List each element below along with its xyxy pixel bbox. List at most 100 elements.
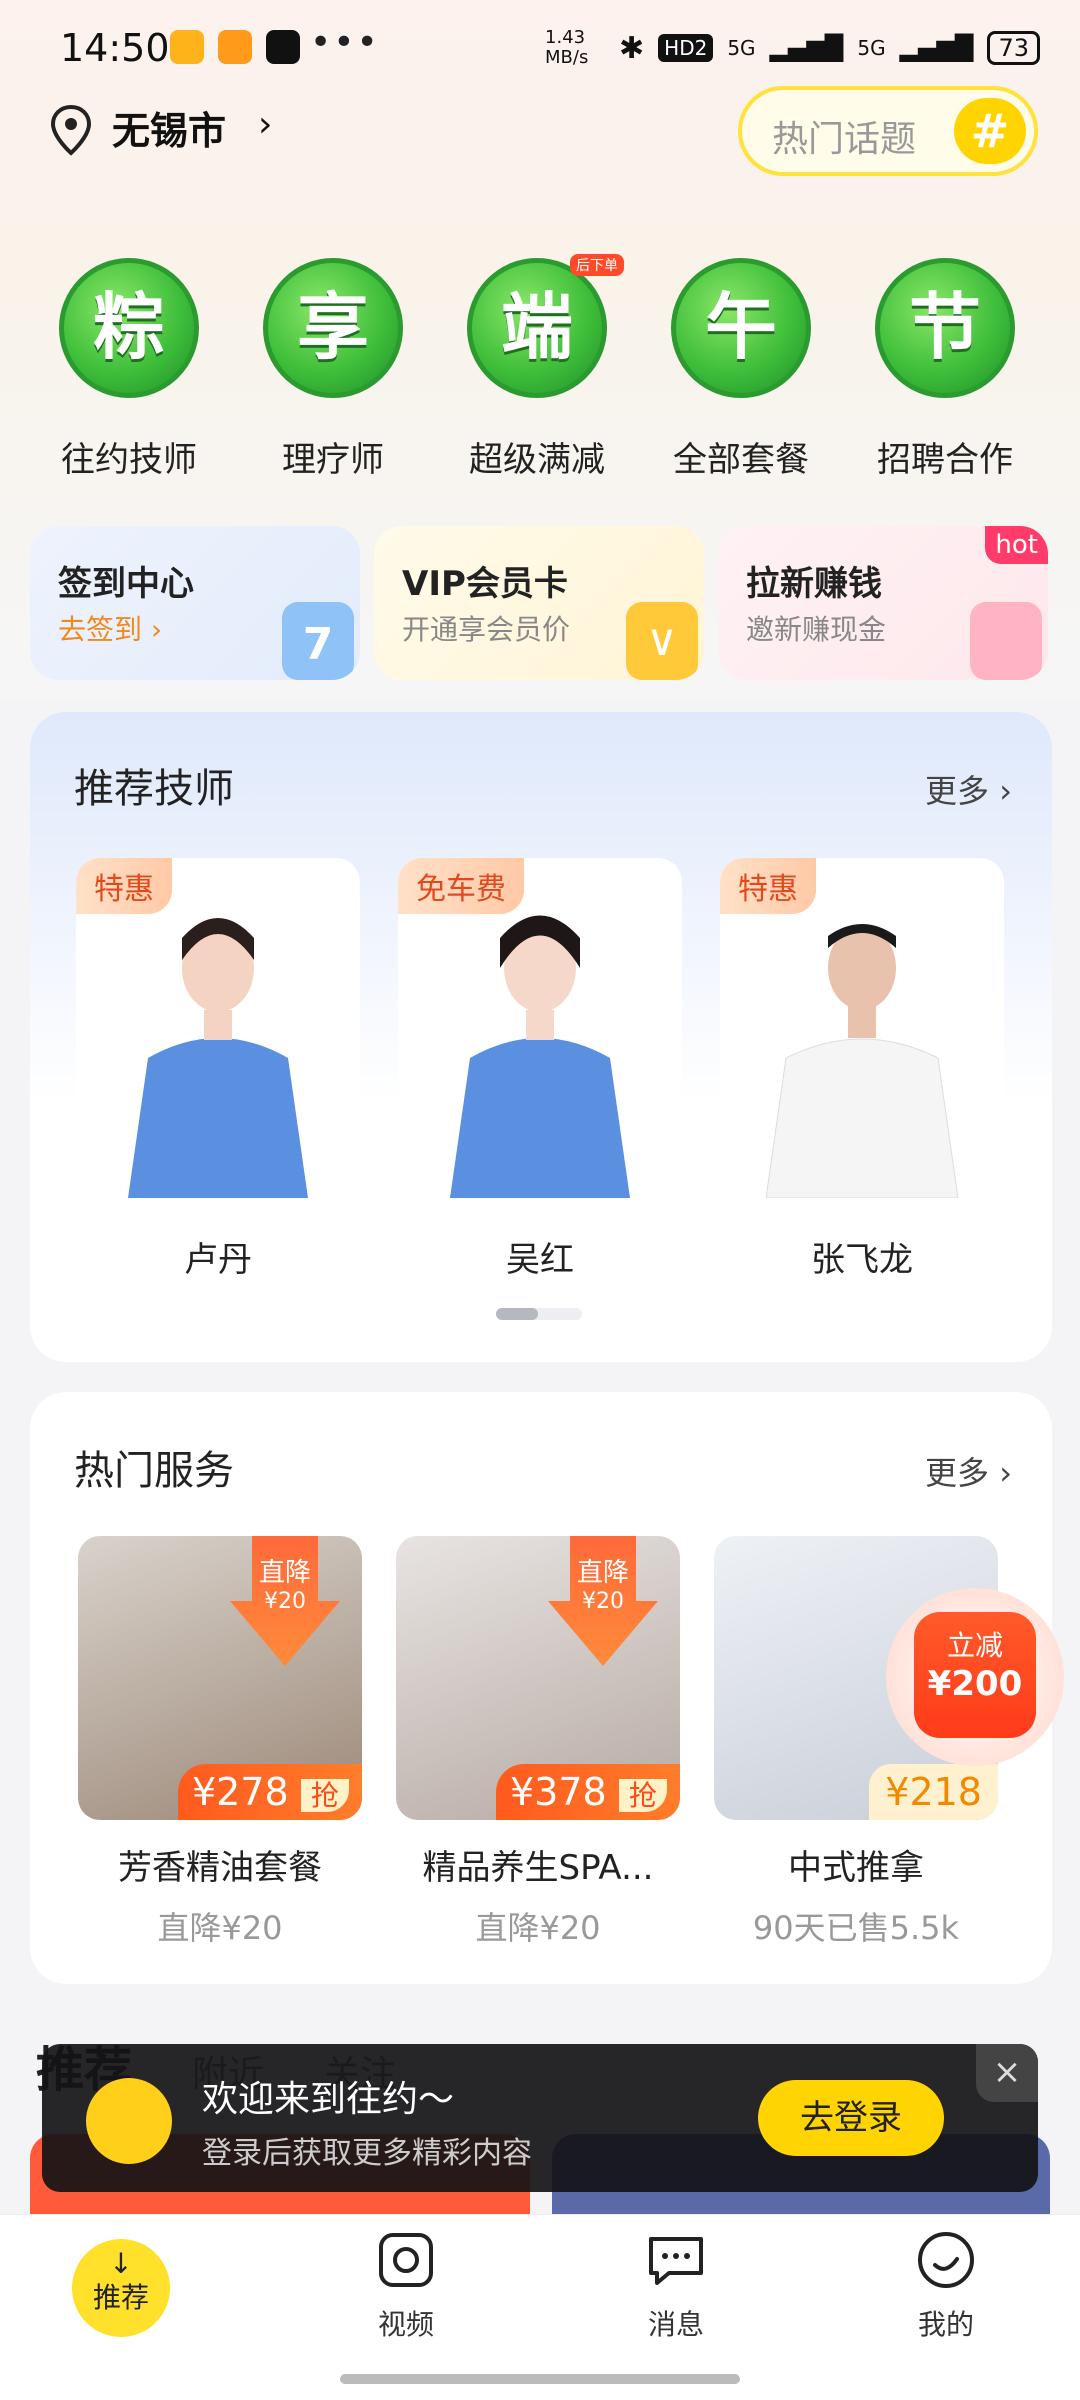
category-label: 超级满减 (469, 440, 605, 480)
service-subtext: 90天已售5.5k (752, 1909, 960, 1947)
city-selector[interactable]: 无锡市 (112, 100, 226, 155)
technician-name: 张飞龙 (811, 1240, 913, 1280)
chevron-right-icon[interactable]: › (258, 104, 272, 145)
hot-badge: hot (985, 526, 1048, 564)
hashtag-icon: # (954, 98, 1026, 164)
more-services-link[interactable]: 更多 › (925, 1448, 1012, 1494)
login-subtitle: 登录后获取更多精彩内容 (202, 2136, 532, 2171)
category-packages[interactable]: 午 全部套餐 (666, 258, 816, 481)
service-subtext: 直降¥20 (157, 1909, 283, 1947)
tiktok-app-icon (266, 30, 300, 64)
signal-5g-1: 5G (727, 36, 756, 60)
card-title: VIP会员卡 (402, 564, 568, 604)
category-recruit[interactable]: 节 招聘合作 (870, 258, 1020, 481)
nav-label: 我的 (917, 2308, 974, 2341)
battery-icon: 73 (987, 31, 1040, 65)
nav-label: 消息 (647, 2308, 704, 2341)
promo-tag: 特惠 (76, 858, 172, 914)
coupon-float[interactable]: 立减 ¥200 (886, 1588, 1064, 1766)
signal-bars-icon: ▂▄▆█ (899, 34, 974, 62)
category-label: 往约技师 (61, 440, 197, 480)
bluetooth-icon: ✱ (619, 30, 645, 66)
service-card[interactable]: 直降 ¥20 ¥278 抢 芳香精油套餐 直降¥20 (78, 1536, 362, 1949)
vip-card[interactable]: VIP会员卡 开通享会员价 ∨ (374, 526, 704, 680)
bottom-nav: ↓ 推荐 视频 消息 我的 (0, 2214, 1080, 2350)
message-icon (649, 2237, 703, 2285)
category-label: 理疗师 (282, 440, 384, 480)
home-indicator[interactable] (340, 2374, 740, 2384)
notes-app-icon (170, 30, 204, 64)
nav-mine[interactable]: 我的 (876, 2229, 1016, 2343)
card-title: 签到中心 (58, 564, 194, 604)
category-discount[interactable]: 端 超级满减 (462, 258, 612, 481)
service-name: 芳香精油套餐 (118, 1848, 322, 1888)
more-notifications-icon: ••• (310, 22, 380, 63)
nav-home[interactable]: ↓ 推荐 (72, 2239, 170, 2337)
technician-card[interactable]: 特惠 (720, 858, 1004, 1198)
technician-photo (450, 915, 630, 1198)
section-title: 推荐技师 (74, 766, 234, 812)
mascot-icon (86, 2078, 172, 2164)
status-indicators: 1.43 MB/s ✱ HD2 5G ▂▄▆█ 5G ▂▄▆█ 73 (545, 28, 1040, 68)
service-photo: 直降 ¥20 ¥278 抢 (78, 1536, 362, 1820)
login-button[interactable]: 去登录 (758, 2080, 944, 2156)
recommended-technicians: 推荐技师 更多 › 特惠 卢丹 免车费 吴红 特惠 张飞龙 (30, 712, 1052, 1362)
signal-5g-2: 5G (857, 36, 886, 60)
carousel-indicator (496, 1308, 582, 1320)
service-card[interactable]: 直降 ¥20 ¥378 抢 精品养生SPA... 直降¥20 (396, 1536, 680, 1949)
technician-name: 吴红 (506, 1240, 574, 1280)
service-subtext: 直降¥20 (475, 1909, 601, 1947)
calendar-icon: 7 (282, 602, 354, 680)
price-drop-tag: 直降 ¥20 (548, 1536, 658, 1666)
grab-label: 抢 (618, 1779, 667, 1812)
nav-label: 推荐 (92, 2281, 149, 2314)
technician-photo (128, 918, 308, 1198)
category-technician[interactable]: 粽 往约技师 (54, 258, 204, 481)
zongzi-badge-icon: 享 (263, 258, 403, 398)
section-title: 热门服务 (74, 1448, 234, 1494)
location-pin-icon[interactable] (48, 104, 94, 156)
service-photo: 直降 ¥20 ¥378 抢 (396, 1536, 680, 1820)
login-title: 欢迎来到往约～ (202, 2079, 455, 2120)
technician-card[interactable]: 免车费 (398, 858, 682, 1198)
zongzi-badge-icon: 午 (671, 258, 811, 398)
status-time: 14:50 (60, 26, 170, 70)
category-label: 招聘合作 (877, 440, 1013, 480)
signal-bars-icon: ▂▄▆█ (769, 34, 844, 62)
card-subtitle: 开通享会员价 (402, 613, 571, 646)
price-tag: ¥218 (869, 1764, 998, 1820)
coupon-line1: 立减 (946, 1629, 1003, 1662)
order-tag: 后下单 (570, 254, 624, 276)
grab-label: 抢 (300, 1779, 349, 1812)
promo-tag: 免车费 (398, 858, 524, 914)
mail-app-icon (218, 30, 252, 64)
card-title: 拉新赚钱 (746, 564, 882, 604)
service-name: 中式推拿 (788, 1848, 924, 1888)
coupon-amount: ¥200 (927, 1664, 1023, 1704)
nav-message[interactable]: 消息 (606, 2229, 746, 2343)
login-banner: 欢迎来到往约～ 登录后获取更多精彩内容 去登录 × (42, 2044, 1038, 2192)
price-tag: ¥378 抢 (496, 1764, 680, 1820)
hot-topic-search[interactable]: 热门话题 # (738, 86, 1038, 176)
more-technicians-link[interactable]: 更多 › (925, 766, 1012, 812)
checkin-card[interactable]: 签到中心 去签到 › 7 (30, 526, 360, 680)
service-name: 精品养生SPA... (422, 1848, 654, 1888)
close-icon[interactable]: × (976, 2044, 1038, 2102)
card-subtitle: 邀新赚现金 (746, 613, 887, 646)
category-therapist[interactable]: 享 理疗师 (258, 258, 408, 481)
promo-tag: 特惠 (720, 858, 816, 914)
vip-crown-icon: ∨ (626, 602, 698, 680)
technician-card[interactable]: 特惠 (76, 858, 360, 1198)
card-subtitle: 去签到 › (58, 613, 163, 646)
technician-name: 卢丹 (184, 1240, 252, 1280)
nav-label: 视频 (377, 2308, 434, 2341)
zongzi-badge-icon: 端 (467, 258, 607, 398)
topic-placeholder: 热门话题 (772, 119, 917, 160)
invite-card[interactable]: 拉新赚钱 邀新赚现金 hot (718, 526, 1048, 680)
net-speed: 1.43 MB/s (545, 27, 589, 68)
category-label: 全部套餐 (673, 440, 809, 480)
hd-icon: HD2 (658, 34, 714, 62)
video-icon (379, 2233, 433, 2287)
zongzi-badge-icon: 粽 (59, 258, 199, 398)
nav-video[interactable]: 视频 (336, 2229, 476, 2343)
